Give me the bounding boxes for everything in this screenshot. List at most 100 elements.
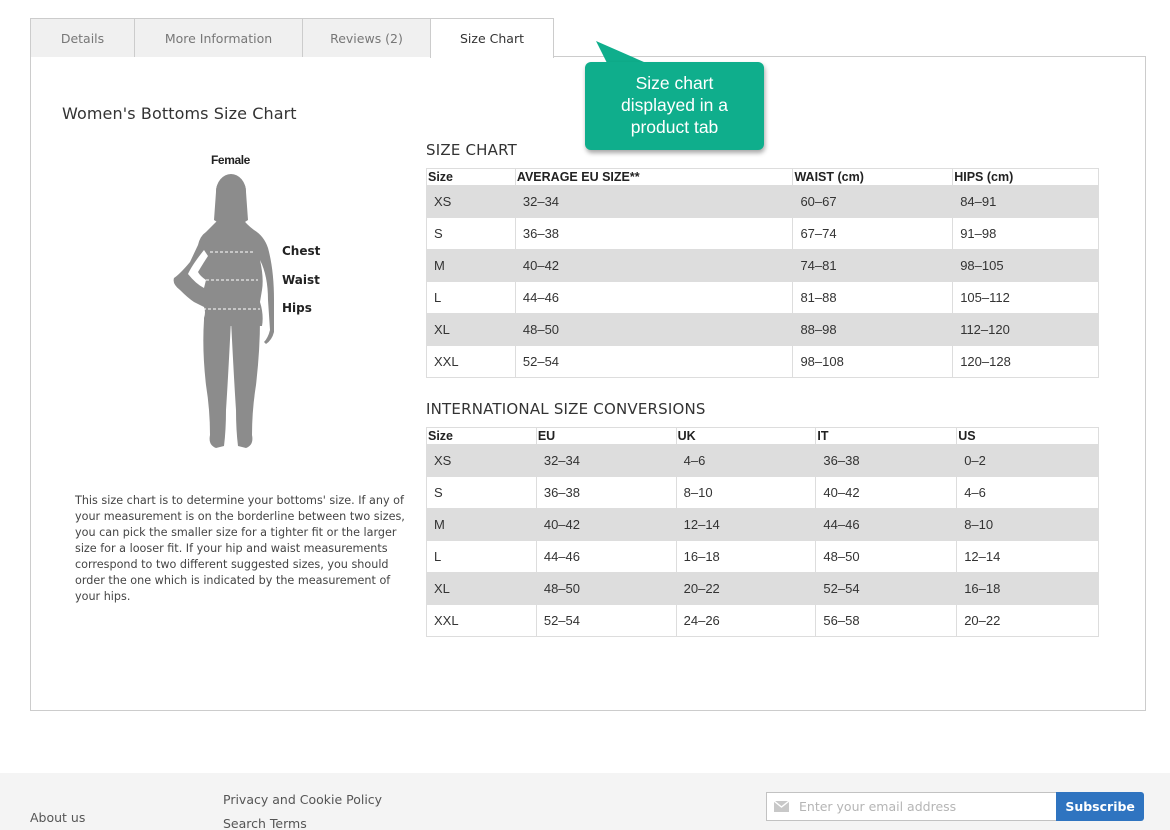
size-chart-description: This size chart is to determine your bot…: [75, 494, 405, 603]
chest-label: Chest: [282, 244, 321, 258]
value-cell: 8–10: [956, 508, 1099, 541]
value-cell: 105–112: [952, 281, 1099, 314]
column-header: IT: [815, 427, 958, 445]
conversions-table: Size EU UK IT US XS 32–34 4–6 36–38 0–2 S 36–3…: [426, 427, 1099, 637]
column-header: HIPS (cm): [952, 168, 1099, 186]
value-cell: 44–46: [514, 281, 794, 314]
value-cell: 8–10: [675, 476, 817, 509]
table-row: XXL 52–54 24–26 56–58 20–22: [426, 604, 1099, 637]
value-cell: 91–98: [952, 217, 1099, 250]
waist-label: Waist: [282, 273, 320, 287]
size-cell: XL: [426, 572, 537, 605]
size-cell: S: [426, 476, 537, 509]
value-cell: 12–14: [956, 540, 1099, 573]
subscribe-button[interactable]: Subscribe: [1056, 792, 1144, 821]
value-cell: 44–46: [535, 540, 677, 573]
tab-reviews[interactable]: Reviews (2): [302, 18, 431, 57]
column-header: AVERAGE EU SIZE**: [514, 168, 794, 186]
value-cell: 56–58: [815, 604, 958, 637]
mail-icon: [774, 801, 789, 812]
value-cell: 4–6: [675, 444, 817, 477]
size-cell: XXL: [426, 345, 516, 378]
table-row: XL 48–50 20–22 52–54 16–18: [426, 572, 1099, 605]
female-silhouette-illustration: [173, 174, 274, 448]
column-header: Size: [426, 168, 516, 186]
newsletter-form: Subscribe: [766, 792, 1144, 821]
value-cell: 48–50: [535, 572, 677, 605]
value-cell: 0–2: [956, 444, 1099, 477]
value-cell: 120–128: [952, 345, 1099, 378]
size-chart-table: Size AVERAGE EU SIZE** WAIST (cm) HIPS (…: [426, 168, 1099, 378]
value-cell: 36–38: [514, 217, 794, 250]
size-chart-title: Women's Bottoms Size Chart: [62, 104, 297, 123]
product-tabs: Details More Information Reviews (2) Siz…: [30, 18, 554, 58]
newsletter-email-input[interactable]: [767, 793, 1057, 820]
table-row: L 44–46 16–18 48–50 12–14: [426, 540, 1099, 573]
callout-line: Size chart: [635, 73, 714, 93]
value-cell: 40–42: [514, 249, 794, 282]
table-header-row: Size AVERAGE EU SIZE** WAIST (cm) HIPS (…: [426, 168, 1099, 186]
value-cell: 20–22: [675, 572, 817, 605]
table-row: XXL 52–54 98–108 120–128: [426, 345, 1099, 378]
value-cell: 88–98: [792, 313, 954, 346]
footer-link-privacy-policy[interactable]: Privacy and Cookie Policy: [223, 792, 382, 807]
tab-details[interactable]: Details: [30, 18, 135, 57]
column-header: US: [956, 427, 1099, 445]
column-header: EU: [535, 427, 677, 445]
tab-size-chart[interactable]: Size Chart: [430, 18, 554, 58]
column-header: Size: [426, 427, 537, 445]
value-cell: 52–54: [535, 604, 677, 637]
size-cell: M: [426, 508, 537, 541]
annotation-callout: Size chart displayed in a product tab: [585, 62, 764, 150]
value-cell: 67–74: [792, 217, 954, 250]
size-cell: M: [426, 249, 516, 282]
table-row: XS 32–34 4–6 36–38 0–2: [426, 444, 1099, 477]
column-header: WAIST (cm): [792, 168, 954, 186]
size-chart-heading: SIZE CHART: [426, 141, 517, 159]
table-row: XS 32–34 60–67 84–91: [426, 185, 1099, 218]
value-cell: 48–50: [815, 540, 958, 573]
tab-more-information[interactable]: More Information: [134, 18, 303, 57]
hips-label: Hips: [282, 301, 312, 315]
value-cell: 52–54: [514, 345, 794, 378]
value-cell: 32–34: [535, 444, 677, 477]
value-cell: 98–108: [792, 345, 954, 378]
value-cell: 36–38: [815, 444, 958, 477]
footer-link-about-us[interactable]: About us: [30, 810, 85, 825]
value-cell: 16–18: [956, 572, 1099, 605]
value-cell: 4–6: [956, 476, 1099, 509]
value-cell: 74–81: [792, 249, 954, 282]
table-row: S 36–38 8–10 40–42 4–6: [426, 476, 1099, 509]
value-cell: 98–105: [952, 249, 1099, 282]
value-cell: 81–88: [792, 281, 954, 314]
value-cell: 44–46: [815, 508, 958, 541]
size-cell: XL: [426, 313, 516, 346]
value-cell: 84–91: [952, 185, 1099, 218]
callout-line: displayed in a: [620, 95, 729, 115]
value-cell: 48–50: [514, 313, 794, 346]
value-cell: 112–120: [952, 313, 1099, 346]
email-field-wrapper: [766, 792, 1057, 821]
table-header-row: Size EU UK IT US: [426, 427, 1099, 445]
size-cell: XS: [426, 444, 537, 477]
value-cell: 16–18: [675, 540, 817, 573]
footer-link-search-terms[interactable]: Search Terms: [223, 816, 307, 830]
size-cell: XXL: [426, 604, 537, 637]
size-cell: S: [426, 217, 516, 250]
conversions-heading: INTERNATIONAL SIZE CONVERSIONS: [426, 400, 706, 418]
value-cell: 52–54: [815, 572, 958, 605]
table-row: M 40–42 12–14 44–46 8–10: [426, 508, 1099, 541]
column-header: UK: [675, 427, 817, 445]
value-cell: 40–42: [815, 476, 958, 509]
size-cell: L: [426, 540, 537, 573]
size-cell: XS: [426, 185, 516, 218]
table-row: L 44–46 81–88 105–112: [426, 281, 1099, 314]
value-cell: 32–34: [514, 185, 794, 218]
value-cell: 40–42: [535, 508, 677, 541]
table-row: S 36–38 67–74 91–98: [426, 217, 1099, 250]
value-cell: 20–22: [956, 604, 1099, 637]
size-cell: L: [426, 281, 516, 314]
value-cell: 12–14: [675, 508, 817, 541]
value-cell: 24–26: [675, 604, 817, 637]
value-cell: 36–38: [535, 476, 677, 509]
